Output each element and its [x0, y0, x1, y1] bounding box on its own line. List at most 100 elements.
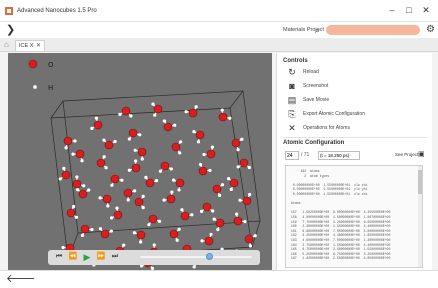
oxygen-atom	[123, 188, 133, 198]
see-project-link[interactable]: See Project	[395, 152, 418, 157]
maximize-button[interactable]: □	[401, 3, 417, 17]
hydrogen-atom	[235, 212, 239, 216]
water-molecule	[172, 178, 185, 192]
water-molecule	[192, 130, 205, 144]
water-molecule	[132, 230, 146, 244]
hydrogen-atom	[138, 133, 142, 137]
back-arrow-icon[interactable]: 🡐	[6, 271, 36, 288]
oxygen-atom	[104, 140, 114, 150]
water-molecule	[96, 155, 108, 170]
oxygen-atom	[100, 229, 110, 239]
oxygen-atom	[93, 120, 103, 130]
hydrogen-atom	[58, 177, 62, 181]
hydrogen-atom	[141, 205, 145, 210]
hydrogen-atom	[177, 227, 181, 231]
forward-arrow-icon[interactable]: ❯	[6, 22, 15, 38]
hydrogen-atom	[109, 229, 113, 233]
hydrogen-atom	[157, 219, 162, 223]
divider	[283, 137, 427, 138]
hydrogen-atom	[177, 188, 181, 192]
hydrogen-atom	[178, 151, 182, 155]
hydrogen-atom	[82, 184, 86, 188]
oxygen-atom	[66, 208, 76, 218]
frame-number-input[interactable]	[285, 151, 299, 160]
file-line: 164 2.75000000E+00 1.55000000E+00 4.4000…	[289, 242, 391, 247]
export-configuration-button[interactable]: ⎘ Export Atomic Configuration	[287, 109, 427, 121]
hydrogen-atom	[210, 145, 215, 149]
materials-search-input[interactable]	[326, 25, 420, 35]
oxygen-atom	[212, 184, 222, 194]
close-tab-icon[interactable]: ✕	[36, 41, 41, 51]
element-legend: O H	[28, 59, 54, 92]
water-molecule	[75, 187, 91, 199]
step-forward-icon[interactable]: ⏩	[96, 252, 106, 262]
reload-button[interactable]: ↻ Reload	[287, 67, 427, 79]
molecule-canvas[interactable]: O H	[8, 53, 272, 270]
file-line: 192 atoms	[289, 169, 320, 173]
water-molecule	[162, 190, 176, 204]
tab-ice[interactable]: ICE X ✕	[15, 40, 45, 51]
tab-bar: ⌂ ICE X ✕	[0, 38, 438, 52]
search-icon[interactable]: ⌕	[315, 23, 320, 37]
oxygen-atom	[188, 108, 198, 118]
water-molecule	[63, 136, 77, 150]
hydrogen-atom	[94, 116, 99, 120]
oxygen-atom	[80, 224, 90, 234]
hydrogen-atom	[64, 146, 68, 150]
save-movie-button[interactable]: ▤ Save Movie	[287, 95, 427, 107]
settings-icon[interactable]: ⚙	[426, 23, 435, 37]
water-molecule	[102, 138, 117, 150]
water-molecule	[133, 147, 147, 161]
water-molecule	[98, 227, 113, 239]
frame-selector: / 71 See Project ▣	[283, 150, 427, 162]
timeline-slider[interactable]	[140, 253, 252, 260]
water-molecule	[212, 217, 225, 232]
timeline-slider-handle[interactable]	[205, 253, 213, 260]
hydrogen-atom	[162, 119, 166, 123]
file-line: 160 2.30000000E+00 1.55000000E+00 4.4000…	[289, 224, 391, 229]
app-logo-icon	[5, 7, 13, 15]
water-molecule	[233, 212, 247, 226]
legend-oxygen-label: O	[48, 61, 54, 69]
file-scroll-thumb[interactable]	[418, 170, 422, 194]
hydrogen-atom	[134, 159, 138, 163]
operations-for-atoms-button[interactable]: ✕ Operations for Atoms	[287, 123, 427, 135]
screenshot-button[interactable]: ◙ Screenshot	[287, 81, 427, 93]
hydrogen-atom	[132, 231, 136, 235]
hydrogen-atom	[141, 194, 145, 199]
water-molecule	[218, 108, 232, 122]
file-line: Atoms	[289, 201, 301, 206]
home-icon[interactable]: ⌂	[4, 40, 12, 49]
hydrogen-atom	[253, 234, 257, 238]
oxygen-atom	[171, 142, 181, 152]
hydrogen-atom	[190, 213, 194, 217]
last-frame-icon[interactable]: ⏭	[110, 252, 120, 262]
controls-title: Controls	[283, 58, 308, 64]
file-line: 0.00000000E+00 1.55000000E+01 zlo zhi	[289, 192, 368, 196]
structure-viewer[interactable]: O H	[8, 53, 272, 270]
minimize-button[interactable]: –	[384, 3, 400, 17]
time-step-field[interactable]	[318, 151, 360, 160]
hydrogen-atom	[110, 216, 114, 220]
close-button[interactable]: ✕	[418, 3, 434, 17]
step-back-icon[interactable]: ⏪	[68, 252, 78, 262]
hydrogen-atom	[240, 137, 244, 141]
folder-icon[interactable]: ▣	[418, 150, 425, 158]
reload-label: Reload	[303, 69, 319, 75]
file-scrollbar[interactable]	[418, 166, 422, 267]
hydrogen-atom	[140, 157, 144, 161]
file-line: 167 1.02000000E+00 2.55000000E+00 4.0500…	[289, 256, 391, 261]
play-icon[interactable]: ▶	[82, 252, 92, 262]
hydrogen-atom	[202, 152, 206, 157]
water-molecule	[127, 128, 142, 141]
hydrogen-atom	[126, 198, 130, 202]
hydrogen-atom	[220, 108, 224, 112]
first-frame-icon[interactable]: ⏮	[54, 252, 64, 262]
configuration-file-view[interactable]: 192 atoms 2 atom types 0.00000000E+00 1.…	[285, 165, 423, 268]
hydrogen-atom	[220, 183, 225, 187]
hydrogen-atom	[113, 139, 117, 144]
oxygen-atom	[206, 149, 216, 159]
hydrogen-atom	[104, 166, 108, 170]
file-line: 157 1.56250000E+00 8.00000000E+00 4.4550…	[289, 210, 391, 215]
water-molecule	[198, 162, 212, 176]
